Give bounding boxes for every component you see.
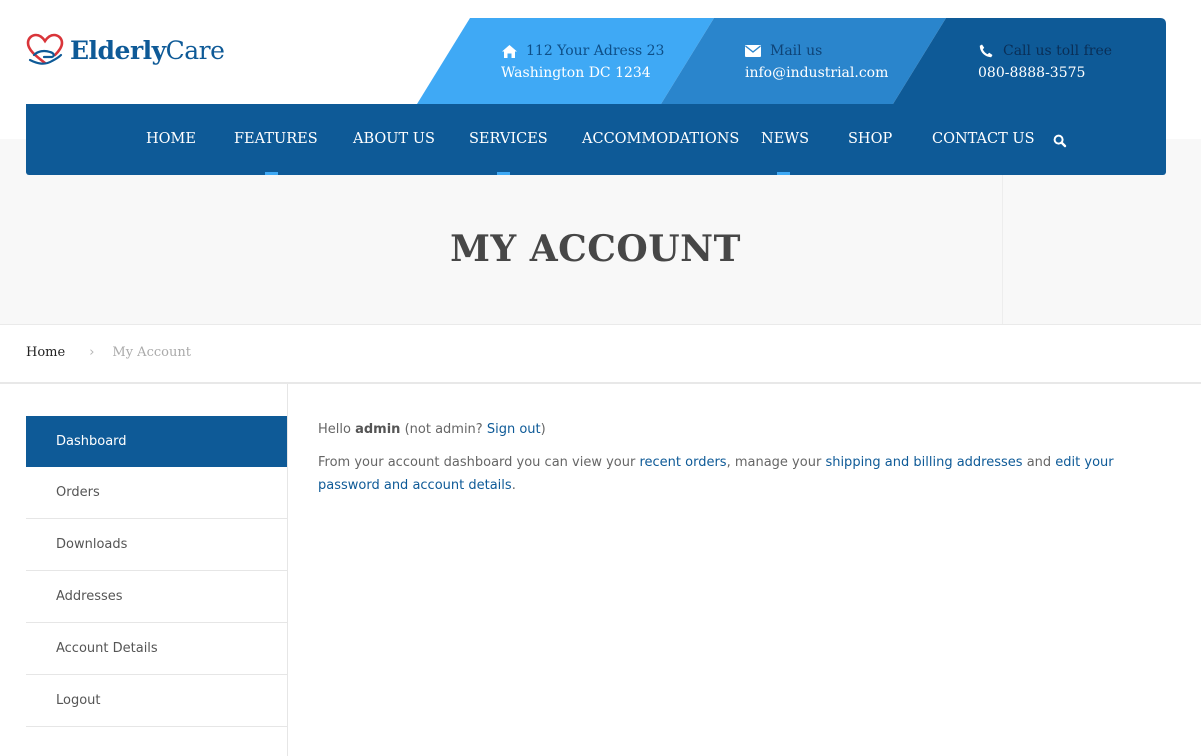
sidebar-item-logout[interactable]: Logout	[26, 675, 287, 727]
recent-orders-link[interactable]: recent orders	[639, 455, 726, 470]
home-icon	[501, 43, 517, 59]
nav-home[interactable]: HOME	[146, 130, 196, 148]
nav-contact-us[interactable]: CONTACT US	[932, 130, 1035, 148]
contact-address: 112 Your Adress 23 Washington DC 1234	[501, 42, 664, 82]
account-sidebar: Dashboard Orders Downloads Addresses Acc…	[26, 416, 287, 727]
mail-address[interactable]: info@industrial.com	[745, 64, 888, 82]
breadcrumb-separator-icon: ›	[89, 345, 95, 360]
address-line-1: 112 Your Adress 23	[526, 43, 665, 59]
mail-label: Mail us	[770, 43, 823, 59]
sidebar-item-dashboard[interactable]: Dashboard	[26, 416, 287, 467]
phone-label: Call us toll free	[1003, 43, 1113, 59]
phone-number[interactable]: 080-8888-3575	[978, 64, 1112, 82]
sidebar-divider	[287, 384, 288, 756]
nav-services[interactable]: SERVICES	[469, 130, 548, 148]
addresses-link[interactable]: shipping and billing addresses	[825, 455, 1022, 470]
sidebar-item-downloads[interactable]: Downloads	[26, 519, 287, 571]
search-icon[interactable]	[1053, 133, 1067, 148]
address-line-2: Washington DC 1234	[501, 65, 651, 81]
breadcrumb-top-border	[0, 324, 1201, 325]
mail-icon	[745, 43, 761, 59]
sidebar-item-account-details[interactable]: Account Details	[26, 623, 287, 675]
breadcrumb: Home › My Account	[26, 345, 191, 361]
contact-mail: Mail us info@industrial.com	[745, 42, 888, 82]
nav-shop[interactable]: SHOP	[848, 130, 892, 148]
nav-features-marker	[265, 172, 278, 175]
breadcrumb-bottom-border	[0, 382, 1201, 384]
breadcrumb-current: My Account	[112, 345, 191, 360]
sidebar-item-orders[interactable]: Orders	[26, 467, 287, 519]
account-dashboard-content: Hello admin (not admin? Sign out) From y…	[318, 418, 1148, 507]
username: admin	[355, 422, 401, 437]
sidebar-item-addresses[interactable]: Addresses	[26, 571, 287, 623]
nav-accommodations[interactable]: ACCOMMODATIONS	[582, 130, 739, 148]
contact-phone: Call us toll free 080-8888-3575	[978, 42, 1112, 82]
sign-out-link[interactable]: Sign out	[487, 422, 541, 437]
contact-strip: 112 Your Adress 23 Washington DC 1234 Ma…	[0, 18, 1166, 104]
nav-news[interactable]: NEWS	[761, 130, 809, 148]
nav-news-marker	[777, 172, 790, 175]
main-nav: HOME FEATURES ABOUT US SERVICES ACCOMMOD…	[26, 104, 1166, 175]
nav-services-marker	[497, 172, 510, 175]
nav-about-us[interactable]: ABOUT US	[353, 130, 435, 148]
greeting-text: Hello admin (not admin? Sign out)	[318, 422, 546, 437]
nav-features[interactable]: FEATURES	[234, 130, 318, 148]
breadcrumb-home-link[interactable]: Home	[26, 345, 65, 361]
phone-icon	[978, 43, 994, 59]
dashboard-intro-text: From your account dashboard you can view…	[318, 455, 1114, 493]
page-title: MY ACCOUNT	[450, 228, 741, 270]
